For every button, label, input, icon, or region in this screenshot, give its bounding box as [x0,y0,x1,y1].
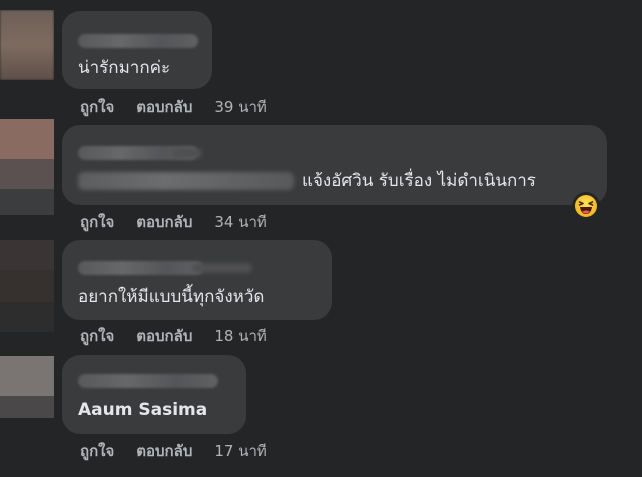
reply-button[interactable]: ตอบกลับ [136,213,192,231]
timestamp[interactable]: 18 นาที [214,327,266,345]
comment-bubble: น่ารักมากค่ะ [62,11,212,89]
reply-button[interactable]: ตอบกลับ [136,442,192,460]
reaction-badge[interactable] [572,192,600,220]
comment-actions: ถูกใจ ตอบกลับ 17 นาที [80,441,267,461]
reply-button[interactable]: ตอบกลับ [136,98,192,116]
timestamp[interactable]: 39 นาที [214,98,266,116]
comment-text: แจ้งอัศวิน รับเรื่อง ไม่ดำเนินการ [302,171,536,191]
laughing-emoji-icon [575,195,597,217]
like-button[interactable]: ถูกใจ [80,213,114,231]
avatar[interactable] [0,10,54,80]
like-button[interactable]: ถูกใจ [80,98,114,116]
author-name[interactable] [78,34,198,48]
like-button[interactable]: ถูกใจ [80,327,114,345]
avatar[interactable] [0,119,54,215]
reply-button[interactable]: ตอบกลับ [136,327,192,345]
comment-bubble: Aaum Sasima [62,355,246,434]
comment-text: อยากให้มีแบบนี้ทุกจังหวัด [78,287,265,307]
comment-text: น่ารักมากค่ะ [78,58,171,78]
comment-actions: ถูกใจ ตอบกลับ 18 นาที [80,326,267,346]
author-name[interactable] [78,374,218,388]
mentioned-user-link[interactable]: Aaum Sasima [78,399,207,421]
comment-bubble: แจ้งอัศวิน รับเรื่อง ไม่ดำเนินการ [62,125,607,205]
avatar[interactable] [0,356,54,418]
comment-actions: ถูกใจ ตอบกลับ 39 นาที [80,97,267,117]
author-name[interactable] [78,261,203,275]
comment-actions: ถูกใจ ตอบกลับ 34 นาที [80,212,267,232]
like-button[interactable]: ถูกใจ [80,442,114,460]
timestamp[interactable]: 17 นาที [214,442,266,460]
avatar[interactable] [0,240,54,332]
timestamp[interactable]: 34 นาที [214,213,266,231]
redacted-text [78,172,294,190]
comment-bubble: อยากให้มีแบบนี้ทุกจังหวัด [62,240,332,320]
